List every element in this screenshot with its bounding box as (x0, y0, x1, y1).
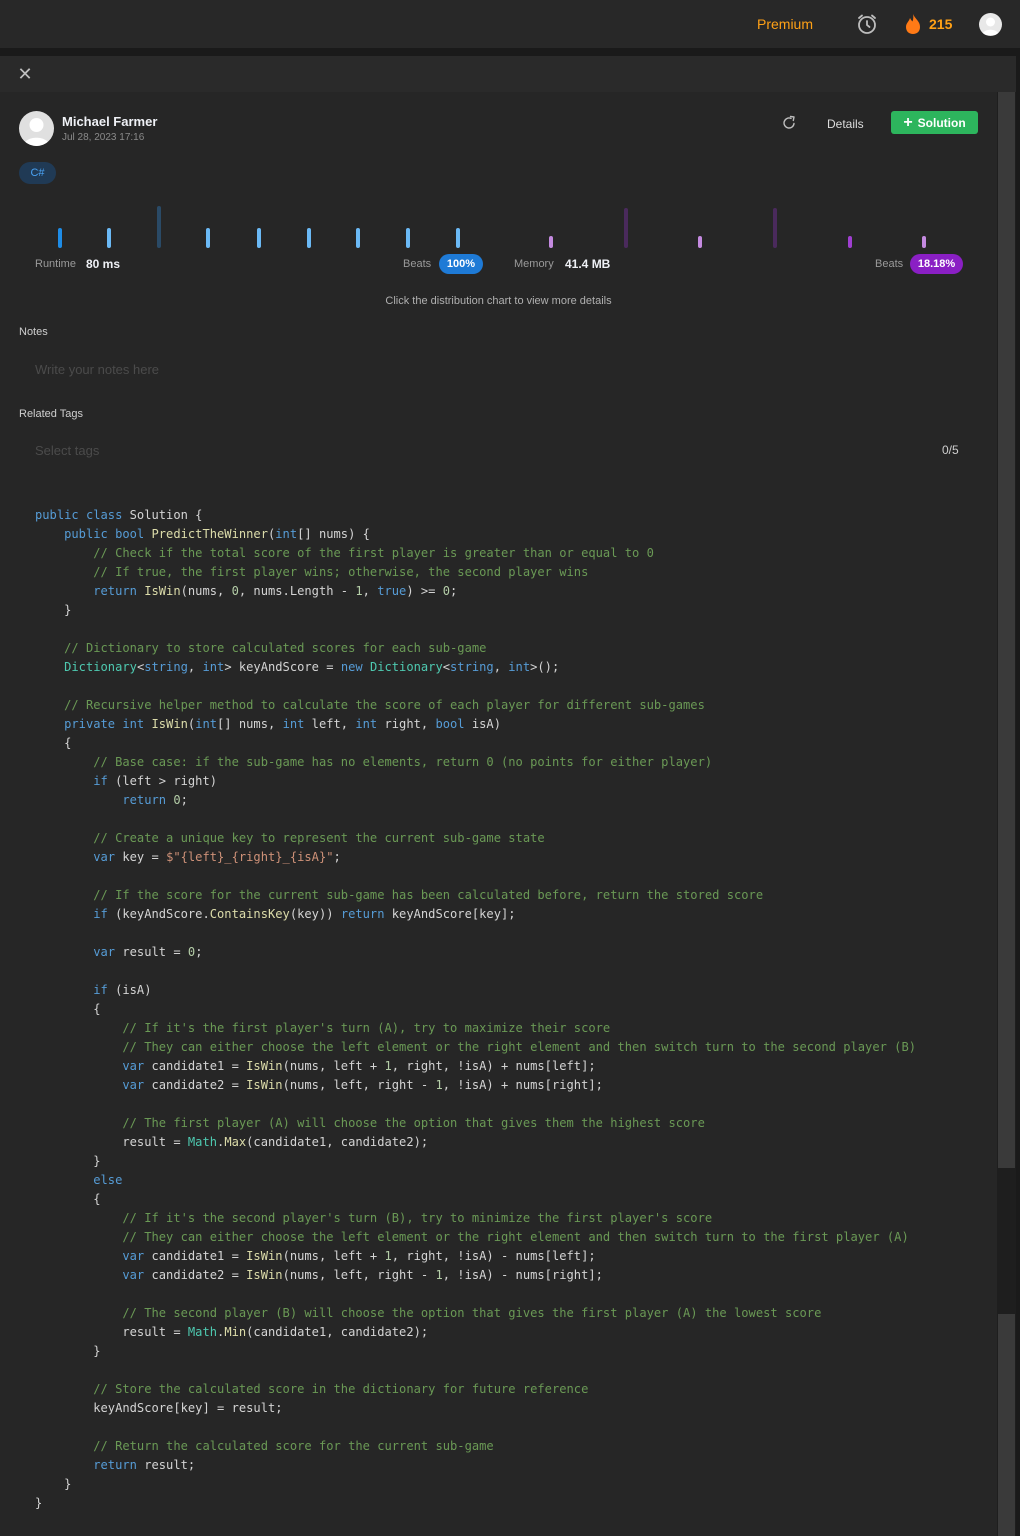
code-line: // If the score for the current sub-game… (93, 888, 764, 902)
code-line: // Return the calculated score for the c… (93, 1439, 494, 1453)
code-line: if (isA) (93, 983, 152, 997)
code-line: else (93, 1173, 123, 1187)
runtime-beats-label: Beats (403, 258, 432, 270)
tags-select[interactable]: Select tags (35, 443, 99, 458)
code-line: // If true, the first player wins; other… (93, 565, 589, 579)
code-line: // The first player (A) will choose the … (122, 1116, 705, 1130)
premium-link[interactable]: Premium (757, 16, 813, 32)
code-line: // Check if the total score of the first… (93, 546, 654, 560)
distribution-chart[interactable]: Runtime 80 ms Beats 100% Memory 41.4 MB … (0, 196, 997, 306)
code-line: } (35, 1477, 72, 1491)
memory-beats-label: Beats (875, 258, 904, 270)
share-icon[interactable] (781, 115, 797, 131)
code-line: } (35, 1154, 101, 1168)
author-avatar[interactable] (19, 111, 54, 146)
solution-button-label: Solution (917, 115, 966, 130)
distribution-bars[interactable] (0, 196, 997, 266)
code-line: var candidate2 = IsWin(nums, left, right… (122, 1268, 603, 1282)
code-line: var result = 0; (93, 945, 203, 959)
code-line: public class Solution { (35, 508, 203, 522)
runtime-beats-badge: 100% (439, 254, 483, 274)
panel-header: ✕ (0, 56, 1016, 92)
code-line: result = Math.Min(candidate1, candidate2… (35, 1325, 429, 1339)
details-button[interactable]: Details (827, 117, 864, 131)
code-line: if (keyAndScore.ContainsKey(key)) return… (93, 907, 516, 921)
streak-count: 215 (929, 16, 953, 32)
add-solution-button[interactable]: + Solution (891, 111, 978, 134)
code-line: { (35, 1002, 101, 1016)
submission-panel: ✕ Michael Farmer Jul 28, 2023 17:16 Deta… (0, 56, 1016, 1536)
code-line: // If it's the second player's turn (B),… (122, 1211, 713, 1225)
memory-value: 41.4 MB (565, 257, 611, 271)
code-line: return IsWin(nums, 0, nums.Length - 1, t… (93, 584, 458, 598)
close-icon[interactable]: ✕ (17, 65, 33, 83)
author-name[interactable]: Michael Farmer (62, 114, 157, 129)
code-line: private int IsWin(int[] nums, int left, … (64, 717, 501, 731)
code-line: public bool PredictTheWinner(int[] nums)… (64, 527, 370, 541)
code-line: Dictionary<string, int> keyAndScore = ne… (64, 660, 560, 674)
notes-label: Notes (19, 326, 48, 338)
top-navbar: Premium 215 (0, 0, 1020, 48)
code-line: // Create a unique key to represent the … (93, 831, 545, 845)
code-line: keyAndScore[key] = result; (35, 1401, 283, 1415)
scrollbar-thumb[interactable] (998, 92, 1015, 1168)
scrollbar-thumb-lower[interactable] (998, 1314, 1015, 1536)
code-line: } (35, 1344, 101, 1358)
code-line: var candidate1 = IsWin(nums, left + 1, r… (122, 1059, 596, 1073)
code-line: if (left > right) (93, 774, 218, 788)
tags-count: 0/5 (942, 443, 959, 457)
scrollbar[interactable] (997, 92, 1016, 1536)
related-tags-label: Related Tags (19, 408, 84, 420)
code-block[interactable]: public class Solution { public bool Pred… (35, 506, 995, 1513)
user-avatar-icon[interactable] (979, 13, 1002, 36)
code-line: var key = $"{left}_{right}_{isA}"; (93, 850, 341, 864)
code-line: // Base case: if the sub-game has no ele… (93, 755, 713, 769)
distribution-hint: Click the distribution chart to view mor… (385, 295, 612, 307)
code-line: // They can either choose the left eleme… (122, 1040, 917, 1054)
code-line: // They can either choose the left eleme… (122, 1230, 909, 1244)
plus-icon: + (903, 113, 913, 131)
code-line: } (35, 603, 72, 617)
code-line: return 0; (122, 793, 188, 807)
runtime-label: Runtime (35, 258, 76, 270)
code-line: { (35, 736, 72, 750)
code-line: { (35, 1192, 101, 1206)
code-line: return result; (93, 1458, 196, 1472)
submission-date: Jul 28, 2023 17:16 (62, 132, 145, 143)
language-tag[interactable]: C# (19, 162, 56, 184)
code-line: // Store the calculated score in the dic… (93, 1382, 589, 1396)
code-line: } (35, 1496, 43, 1510)
alarm-clock-icon[interactable] (855, 12, 879, 36)
code-line: result = Math.Max(candidate1, candidate2… (35, 1135, 429, 1149)
memory-beats-badge: 18.18% (910, 254, 963, 274)
code-line: // Dictionary to store calculated scores… (64, 641, 487, 655)
memory-label: Memory (514, 258, 554, 270)
code-line: var candidate2 = IsWin(nums, left, right… (122, 1078, 603, 1092)
code-line: var candidate1 = IsWin(nums, left + 1, r… (122, 1249, 596, 1263)
code-line: // If it's the first player's turn (A), … (122, 1021, 611, 1035)
code-line: // Recursive helper method to calculate … (64, 698, 705, 712)
code-line: // The second player (B) will choose the… (122, 1306, 822, 1320)
notes-input[interactable]: Write your notes here (35, 362, 159, 377)
runtime-value: 80 ms (86, 257, 121, 271)
fire-icon[interactable] (903, 13, 923, 35)
